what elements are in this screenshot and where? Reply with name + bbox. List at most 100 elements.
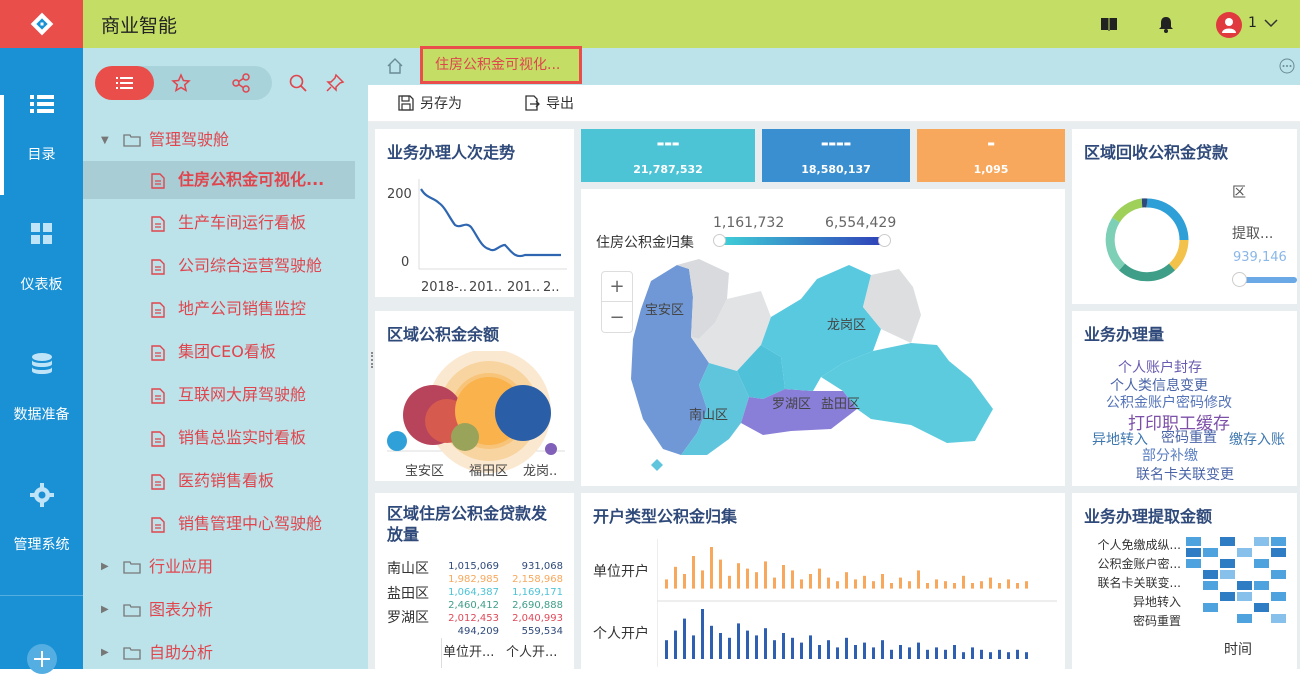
bar: [980, 581, 983, 588]
loan-row-label: 罗湖区: [387, 607, 429, 627]
x-tick: 201..: [469, 280, 502, 295]
tree-item[interactable]: 生产车间运行看板: [83, 204, 355, 242]
book-icon[interactable]: [1099, 14, 1119, 34]
word-cloud-item: 联名卡关联变更: [1136, 464, 1234, 484]
kpi-card[interactable]: ▬▬▬▬ 18,580,137: [762, 129, 910, 182]
trend-line-chart: 200 0 2018-.. 201.. 201.. 2..: [375, 169, 574, 297]
heatmap-row-labels: 个人免缴成纵... 公积金账户密... 联名卡关联变... 异地转入 密码重置: [1083, 536, 1181, 631]
user-name[interactable]: 1: [1248, 15, 1257, 31]
tree-folder-label: 行业应用: [149, 548, 213, 586]
district-label: 罗湖区: [772, 397, 811, 412]
bar: [917, 643, 920, 659]
add-button[interactable]: [27, 644, 57, 674]
word-cloud-item: 部分补缴: [1142, 445, 1198, 465]
account-type-bar-chart: [657, 539, 1057, 667]
tree-item[interactable]: 地产公司销售监控: [83, 290, 355, 328]
bar: [899, 578, 902, 589]
loan-column-header: 单位开...: [443, 641, 494, 660]
bar: [1007, 579, 1010, 588]
balance-card[interactable]: 区域公积金余额 宝安区 福田区 龙岗..: [375, 311, 574, 481]
expand-right-icon[interactable]: ▶: [101, 548, 109, 586]
nav-label: 管理系统: [0, 534, 83, 554]
card-title: 区域回收公积金贷款: [1084, 139, 1228, 163]
tree-item-label: 医药销售看板: [178, 462, 274, 500]
avatar[interactable]: [1216, 12, 1242, 38]
bar: [872, 647, 875, 659]
tree-folder[interactable]: ▶ 行业应用: [83, 548, 355, 586]
bar: [1016, 583, 1019, 589]
tree-item[interactable]: 医药销售看板: [83, 462, 355, 500]
nav-item-dashboard[interactable]: 仪表板: [0, 222, 83, 322]
home-icon[interactable]: [386, 57, 404, 75]
bar: [953, 583, 956, 589]
bell-icon[interactable]: [1156, 14, 1176, 34]
bar: [764, 561, 767, 588]
bar: [881, 574, 884, 589]
loan-column-2: 931,068 2,158,968 1,169,171 2,690,888 2,…: [505, 560, 563, 638]
report-icon: [151, 259, 165, 275]
app-logo[interactable]: [0, 0, 83, 48]
bar: [971, 647, 974, 659]
withdraw-card[interactable]: 业务办理提取金额 个人免缴成纵... 公积金账户密... 联名卡关联变... 异…: [1072, 493, 1297, 669]
volume-card[interactable]: 业务办理量 个人账户封存 个人类信息变更 公积金账户密码修改 打印职工缓存 异地…: [1072, 311, 1297, 486]
tree-item[interactable]: 销售管理中心驾驶舱: [83, 505, 355, 543]
map-card[interactable]: 住房公积金归集 1,161,732 6,554,429 + − 宝安区 龙岗区 …: [581, 189, 1065, 486]
bar: [665, 579, 668, 588]
bar: [1016, 650, 1019, 659]
legend-max-handle[interactable]: [878, 234, 891, 247]
nav-item-admin[interactable]: 管理系统: [0, 482, 83, 582]
recovery-slider-handle[interactable]: [1232, 272, 1247, 287]
card-title: 业务办理提取金额: [1084, 503, 1212, 527]
save-as-button[interactable]: 另存为: [398, 93, 462, 113]
export-button[interactable]: 导出: [524, 93, 574, 113]
nav-item-data-prep[interactable]: 数据准备: [0, 352, 83, 452]
kpi-card[interactable]: ▬▬▬ 21,787,532: [581, 129, 755, 182]
tree-item[interactable]: 公司综合运营驾驶舱: [83, 247, 355, 285]
expand-right-icon[interactable]: ▶: [101, 591, 109, 629]
tree-folder[interactable]: ▶ 图表分析: [83, 591, 355, 629]
tree-folder[interactable]: ▶ 自助分析: [83, 634, 355, 672]
tree-item[interactable]: 集团CEO看板: [83, 333, 355, 371]
bar: [791, 570, 794, 588]
bar: [962, 652, 965, 659]
bar: [953, 645, 956, 659]
recovery-card[interactable]: 区域回收公积金贷款 区 提取... 939,146: [1072, 129, 1297, 304]
bar: [674, 631, 677, 659]
bar: [701, 609, 704, 659]
pin-icon[interactable]: [325, 73, 345, 93]
bar: [683, 619, 686, 659]
list-view-button[interactable]: [95, 66, 154, 100]
bar: [836, 647, 839, 659]
trend-card[interactable]: 业务办理人次走势 200 0 2018-.. 201.. 201.. 2..: [375, 129, 574, 297]
tree-folder-label: 自助分析: [149, 634, 213, 672]
nav-item-catalog[interactable]: 目录: [0, 92, 83, 192]
tree-folder-cockpit[interactable]: ▼ 管理驾驶舱: [83, 121, 355, 159]
expand-down-icon[interactable]: ▼: [101, 122, 109, 160]
export-icon: [524, 95, 540, 111]
loan-column-1: 1,015,069 1,982,985 1,064,387 2,460,412 …: [441, 560, 499, 638]
more-icon[interactable]: [1279, 58, 1295, 74]
heatmap-cell: [1203, 581, 1218, 590]
legend-min-handle[interactable]: [713, 234, 726, 247]
bar: [773, 640, 776, 659]
bar: [827, 578, 830, 589]
expand-right-icon[interactable]: ▶: [101, 634, 109, 672]
search-icon[interactable]: [288, 73, 308, 93]
chevron-down-icon[interactable]: [1264, 18, 1278, 28]
tree-item-housing-fund[interactable]: 住房公积金可视化...: [83, 161, 355, 199]
tree-item-label: 销售管理中心驾驶舱: [178, 505, 322, 543]
report-icon: [151, 431, 165, 447]
share-icon[interactable]: [231, 73, 251, 93]
loans-card[interactable]: 区域住房公积金贷款发放量 南山区 盐田区 罗湖区 1,015,069 1,982…: [375, 493, 574, 669]
account-type-card[interactable]: 开户类型公积金归集 单位开户 个人开户: [581, 493, 1065, 669]
heatmap-x-label: 时间: [1224, 639, 1252, 659]
bar: [737, 563, 740, 588]
bar: [665, 640, 668, 659]
star-icon[interactable]: [171, 73, 191, 93]
tab-housing-fund[interactable]: 住房公积金可视化...: [420, 46, 582, 84]
kpi-card[interactable]: ▬ 1,095: [917, 129, 1065, 182]
report-icon: [151, 345, 165, 361]
bar: [1007, 652, 1010, 659]
tree-item[interactable]: 互联网大屏驾驶舱: [83, 376, 355, 414]
tree-item[interactable]: 销售总监实时看板: [83, 419, 355, 457]
